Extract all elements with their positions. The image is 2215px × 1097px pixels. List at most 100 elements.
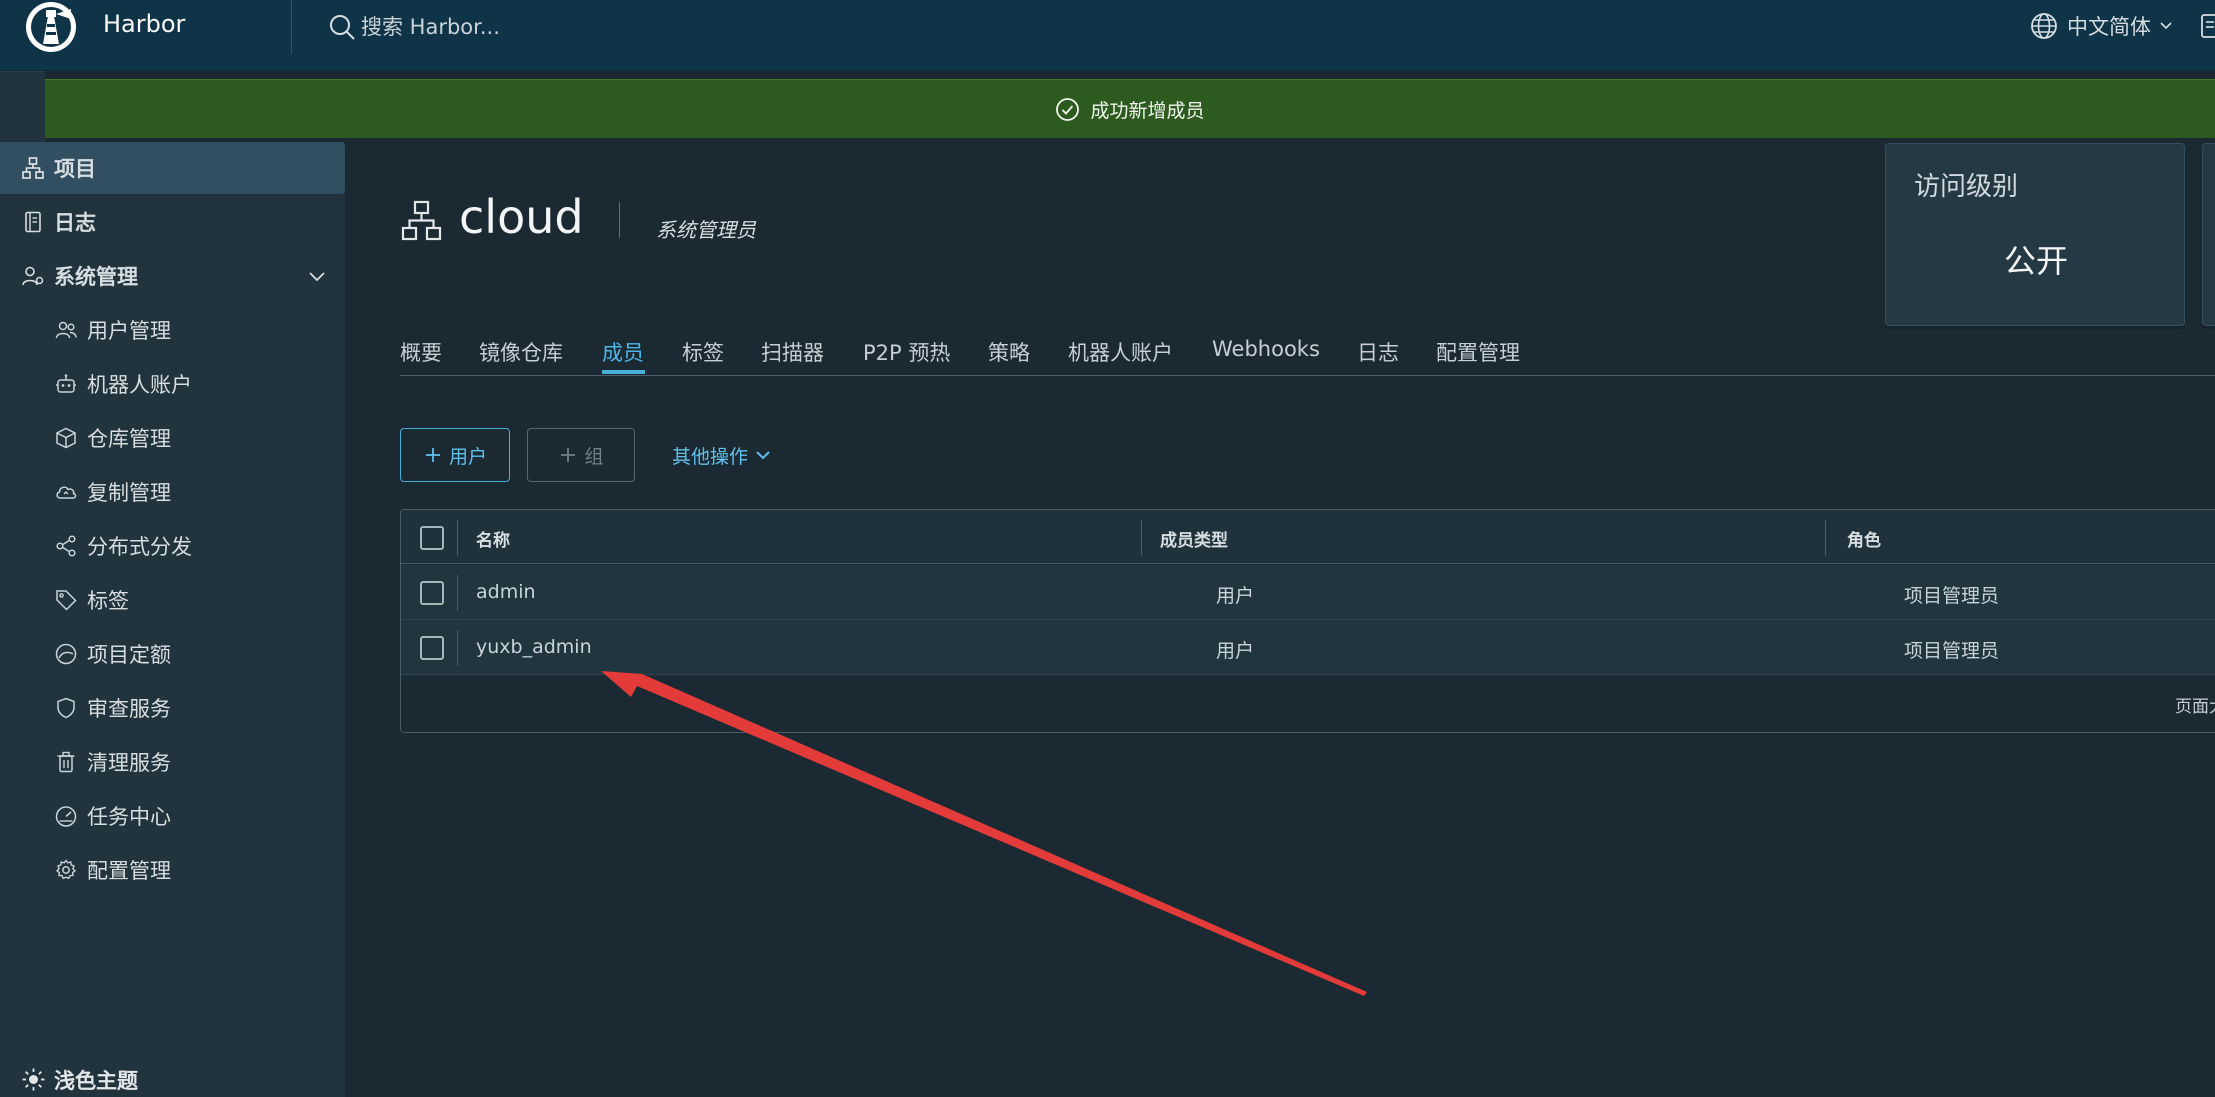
row-checkbox[interactable] bbox=[420, 636, 444, 660]
column-divider[interactable] bbox=[1825, 520, 1826, 556]
sidebar-item-label: 清理服务 bbox=[87, 751, 171, 775]
column-divider bbox=[457, 575, 458, 611]
sidebar-item-logs[interactable]: 日志 bbox=[0, 196, 345, 248]
document-icon[interactable] bbox=[2198, 12, 2215, 40]
member-name: admin bbox=[476, 581, 536, 603]
access-level-value: 公开 bbox=[2003, 242, 2068, 280]
add-user-label: 用户 bbox=[448, 445, 487, 468]
tab-scanner[interactable]: 扫描器 bbox=[761, 337, 824, 367]
sidebar-item-interrogation[interactable]: 审查服务 bbox=[0, 682, 345, 734]
members-table: 名称 成员类型 角色 admin 用户 项目管理员 yuxb_admin 用户 … bbox=[400, 509, 2215, 733]
project-icon bbox=[401, 200, 442, 241]
more-actions-dropdown[interactable]: 其他操作 bbox=[672, 438, 772, 472]
quota-icon bbox=[55, 643, 77, 665]
sidebar-item-label: 用户管理 bbox=[87, 319, 171, 343]
add-user-button[interactable]: 用户 bbox=[400, 428, 510, 482]
tab-logs[interactable]: 日志 bbox=[1357, 337, 1399, 367]
sidebar-item-label: 标签 bbox=[87, 589, 129, 613]
column-header-name[interactable]: 名称 bbox=[476, 526, 510, 551]
success-alert: 成功新增成员 bbox=[45, 79, 2215, 138]
harbor-app: Harbor 中文简体 bbox=[0, 0, 2215, 1097]
robot-icon bbox=[56, 374, 76, 393]
column-divider bbox=[457, 520, 458, 556]
sidebar-item-label: 配置管理 bbox=[87, 859, 171, 883]
chevron-down-icon[interactable] bbox=[307, 266, 327, 286]
header-divider bbox=[291, 0, 292, 54]
search-icon bbox=[330, 15, 355, 40]
projects-icon bbox=[22, 157, 44, 179]
tab-labels[interactable]: 标签 bbox=[682, 337, 724, 367]
plus-icon bbox=[425, 448, 440, 462]
sidebar-item-replications[interactable]: 复制管理 bbox=[0, 466, 345, 518]
tab-summary[interactable]: 概要 bbox=[400, 337, 442, 367]
sidebar-item-system-admin[interactable]: 系统管理 bbox=[0, 250, 345, 302]
column-header-role[interactable]: 角色 bbox=[1847, 526, 1881, 551]
theme-toggle-label: 浅色主题 bbox=[54, 1068, 138, 1093]
language-label: 中文简体 bbox=[2067, 15, 2151, 39]
shield-icon bbox=[57, 697, 75, 719]
sidebar-item-quotas[interactable]: 项目定额 bbox=[0, 628, 345, 680]
title-divider bbox=[619, 202, 620, 238]
search-input[interactable] bbox=[361, 10, 661, 44]
replication-icon bbox=[56, 486, 77, 499]
sidebar-item-robot-accounts[interactable]: 机器人账户 bbox=[0, 358, 345, 410]
tab-p2p-preheat[interactable]: P2P 预热 bbox=[863, 337, 950, 367]
chevron-down-icon bbox=[2160, 22, 2172, 30]
row-checkbox[interactable] bbox=[420, 581, 444, 605]
sidebar-item-job-service[interactable]: 任务中心 bbox=[0, 790, 345, 842]
sidebar: 项目 日志 系统管理 用户管理 机器人账户 仓库管理 复制管理 分布式分发 标签… bbox=[0, 142, 345, 1097]
registry-icon bbox=[56, 427, 76, 449]
harbor-logo-icon[interactable] bbox=[21, 0, 82, 54]
summary-card bbox=[2202, 143, 2215, 326]
access-level-card: 访问级别 公开 bbox=[1885, 143, 2185, 326]
add-group-button[interactable]: 组 bbox=[527, 428, 635, 482]
share-icon bbox=[56, 535, 76, 557]
users-icon bbox=[55, 321, 77, 339]
member-role: 项目管理员 bbox=[1904, 640, 2000, 662]
sidebar-item-projects[interactable]: 项目 bbox=[0, 142, 345, 194]
table-row[interactable]: admin 用户 项目管理员 bbox=[401, 565, 2215, 620]
language-selector[interactable]: 中文简体 bbox=[2029, 8, 2173, 44]
sidebar-item-gc[interactable]: 清理服务 bbox=[0, 736, 345, 788]
trash-icon bbox=[57, 751, 75, 773]
tab-members[interactable]: 成员 bbox=[602, 337, 644, 367]
tab-repositories[interactable]: 镜像仓库 bbox=[479, 337, 563, 367]
table-row[interactable]: yuxb_admin 用户 项目管理员 bbox=[401, 620, 2215, 675]
check-circle-icon bbox=[1056, 97, 1080, 121]
table-footer: 页面大 bbox=[401, 675, 2215, 732]
gear-icon bbox=[55, 859, 77, 880]
project-role: 系统管理员 bbox=[656, 218, 756, 242]
sidebar-item-registries[interactable]: 仓库管理 bbox=[0, 412, 345, 464]
sidebar-item-distribution[interactable]: 分布式分发 bbox=[0, 520, 345, 572]
global-search bbox=[327, 9, 661, 45]
column-divider bbox=[457, 630, 458, 666]
tab-robot-accounts[interactable]: 机器人账户 bbox=[1068, 337, 1173, 367]
column-divider[interactable] bbox=[1141, 520, 1142, 556]
member-type: 用户 bbox=[1216, 640, 1255, 662]
sidebar-item-configuration[interactable]: 配置管理 bbox=[0, 844, 345, 896]
chevron-down-icon bbox=[756, 451, 770, 460]
tab-policy[interactable]: 策略 bbox=[988, 337, 1030, 367]
sidebar-item-label: 系统管理 bbox=[54, 265, 138, 289]
dashboard-icon bbox=[55, 806, 77, 827]
sidebar-item-label: 机器人账户 bbox=[87, 373, 192, 397]
member-role: 项目管理员 bbox=[1904, 585, 2000, 607]
sidebar-item-label: 项目 bbox=[54, 157, 96, 181]
sun-icon bbox=[22, 1068, 45, 1091]
select-all-checkbox[interactable] bbox=[420, 526, 444, 550]
tab-configuration[interactable]: 配置管理 bbox=[1436, 337, 1520, 367]
tag-icon bbox=[56, 590, 77, 611]
tab-webhooks[interactable]: Webhooks bbox=[1212, 337, 1320, 361]
member-name: yuxb_admin bbox=[476, 636, 592, 658]
page-size-label: 页面大 bbox=[2175, 697, 2215, 717]
sidebar-item-labels[interactable]: 标签 bbox=[0, 574, 345, 626]
member-type: 用户 bbox=[1216, 585, 1255, 607]
main-content: cloud 系统管理员 访问级别 公开 概要 镜像仓库 成员 标签 扫描器 P2… bbox=[345, 142, 2215, 1097]
column-header-member-type[interactable]: 成员类型 bbox=[1160, 526, 1228, 551]
project-title: cloud bbox=[459, 190, 584, 244]
globe-icon bbox=[2031, 13, 2057, 39]
sidebar-item-label: 分布式分发 bbox=[87, 535, 192, 559]
brand-name[interactable]: Harbor bbox=[103, 10, 185, 38]
theme-toggle[interactable]: 浅色主题 bbox=[0, 1062, 345, 1097]
sidebar-item-user-management[interactable]: 用户管理 bbox=[0, 304, 345, 356]
